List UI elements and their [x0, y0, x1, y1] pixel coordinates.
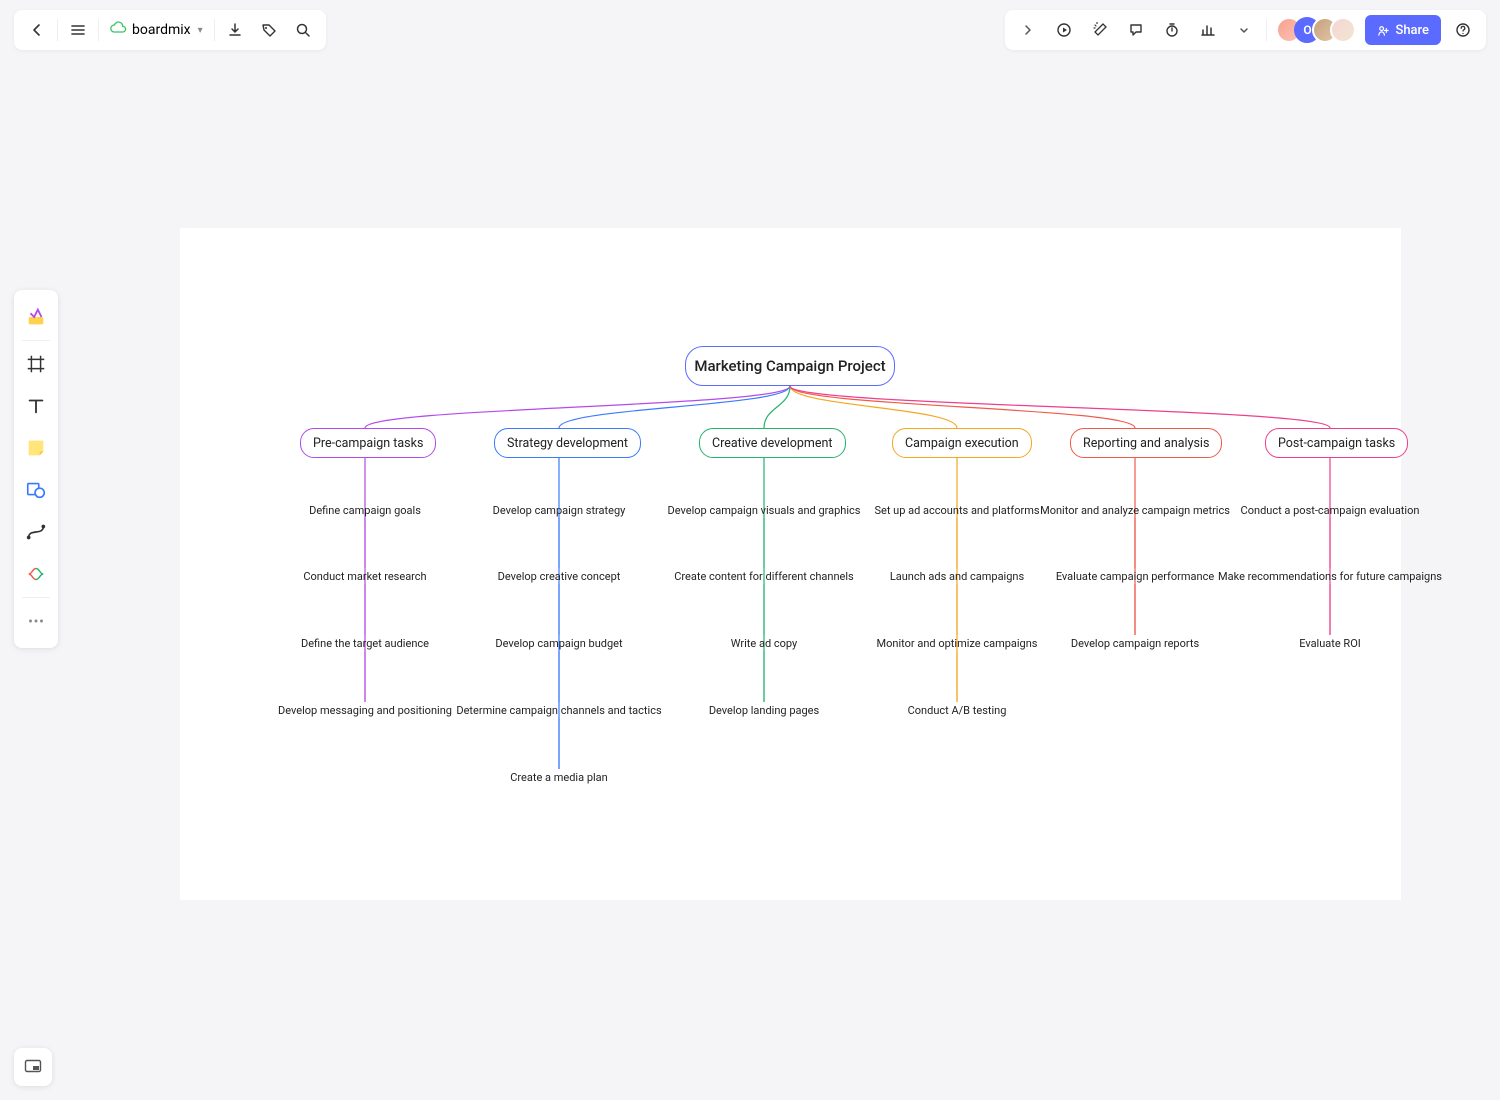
minimap-button[interactable] — [14, 1048, 52, 1086]
ai-tool[interactable] — [18, 296, 54, 338]
mindmap-branch[interactable]: Reporting and analysis — [1070, 428, 1222, 458]
mindmap-tool[interactable] — [18, 553, 54, 595]
mindmap-task[interactable]: Launch ads and campaigns — [890, 570, 1024, 583]
mindmap-task[interactable]: Develop campaign budget — [495, 637, 622, 650]
branch-label: Reporting and analysis — [1083, 436, 1209, 451]
branch-label: Campaign execution — [905, 436, 1019, 451]
topbar-right: O Share — [1005, 10, 1486, 50]
side-toolbar — [14, 290, 58, 648]
mindmap-task[interactable]: Conduct a post-campaign evaluation — [1241, 504, 1420, 517]
separator — [57, 19, 58, 41]
mindmap-root-node[interactable]: Marketing Campaign Project — [685, 346, 895, 386]
mindmap-task[interactable]: Determine campaign channels and tactics — [456, 704, 661, 717]
separator — [22, 340, 50, 341]
text-tool[interactable] — [18, 385, 54, 427]
analytics-button[interactable] — [1191, 13, 1225, 47]
separator — [22, 597, 50, 598]
mindmap-task[interactable]: Monitor and optimize campaigns — [877, 637, 1038, 650]
sticky-note-tool[interactable] — [18, 427, 54, 469]
mindmap-task[interactable]: Create a media plan — [510, 771, 607, 784]
mindmap-task[interactable]: Develop landing pages — [709, 704, 819, 717]
avatar[interactable] — [1330, 17, 1356, 43]
share-label: Share — [1395, 23, 1429, 38]
mindmap-task[interactable]: Develop messaging and positioning — [278, 704, 452, 717]
separator — [98, 19, 99, 41]
mindmap-branch[interactable]: Creative development — [699, 428, 846, 458]
menu-button[interactable] — [61, 13, 95, 47]
canvas[interactable]: Marketing Campaign Project Pre-campaign … — [180, 228, 1401, 900]
branch-label: Strategy development — [507, 436, 628, 451]
mindmap-task[interactable]: Define the target audience — [301, 637, 429, 650]
mindmap-task[interactable]: Develop creative concept — [498, 570, 621, 583]
mindmap-task[interactable]: Evaluate campaign performance — [1056, 570, 1214, 583]
mindmap-task[interactable]: Develop campaign strategy — [493, 504, 626, 517]
separator — [1266, 19, 1267, 41]
mindmap-task[interactable]: Make recommendations for future campaign… — [1218, 570, 1442, 583]
cloud-sync-icon — [110, 20, 127, 41]
mindmap-branch[interactable]: Campaign execution — [892, 428, 1032, 458]
branch-label: Pre-campaign tasks — [313, 436, 423, 451]
avatar-initial: O — [1303, 23, 1311, 37]
mindmap-branch[interactable]: Post-campaign tasks — [1265, 428, 1408, 458]
mindmap-branch[interactable]: Pre-campaign tasks — [300, 428, 436, 458]
mindmap-task[interactable]: Conduct market research — [303, 570, 426, 583]
document-title[interactable]: boardmix ▾ — [102, 20, 211, 41]
mindmap-task[interactable]: Define campaign goals — [309, 504, 421, 517]
back-button[interactable] — [20, 13, 54, 47]
mindmap-connectors — [180, 228, 1401, 900]
branch-label: Creative development — [712, 436, 833, 451]
mindmap-task[interactable]: Develop campaign visuals and graphics — [668, 504, 861, 517]
mindmap-task[interactable]: Write ad copy — [731, 637, 797, 650]
mindmap-task[interactable]: Develop campaign reports — [1071, 637, 1199, 650]
comment-button[interactable] — [1119, 13, 1153, 47]
collaborator-avatars[interactable]: O — [1276, 17, 1356, 43]
mindmap-branch[interactable]: Strategy development — [494, 428, 641, 458]
separator — [214, 19, 215, 41]
search-button[interactable] — [286, 13, 320, 47]
branch-label: Post-campaign tasks — [1278, 436, 1395, 451]
topbar-left: boardmix ▾ — [14, 10, 326, 50]
tag-button[interactable] — [252, 13, 286, 47]
mindmap-task[interactable]: Evaluate ROI — [1299, 637, 1361, 650]
more-chevron-button[interactable] — [1227, 13, 1261, 47]
mindmap-task[interactable]: Create content for different channels — [674, 570, 853, 583]
root-label: Marketing Campaign Project — [694, 357, 885, 375]
help-button[interactable] — [1446, 13, 1480, 47]
mindmap-task[interactable]: Conduct A/B testing — [908, 704, 1007, 717]
expand-right-button[interactable] — [1011, 13, 1045, 47]
connector-tool[interactable] — [18, 511, 54, 553]
frame-tool[interactable] — [18, 343, 54, 385]
timer-button[interactable] — [1155, 13, 1189, 47]
mindmap-task[interactable]: Monitor and analyze campaign metrics — [1040, 504, 1230, 517]
download-button[interactable] — [218, 13, 252, 47]
present-button[interactable] — [1047, 13, 1081, 47]
shape-tool[interactable] — [18, 469, 54, 511]
mindmap-task[interactable]: Set up ad accounts and platforms — [874, 504, 1039, 517]
effect-button[interactable] — [1083, 13, 1117, 47]
more-tools[interactable] — [18, 600, 54, 642]
document-title-text: boardmix — [132, 22, 191, 38]
chevron-down-icon: ▾ — [198, 25, 203, 36]
share-button[interactable]: Share — [1365, 15, 1441, 45]
